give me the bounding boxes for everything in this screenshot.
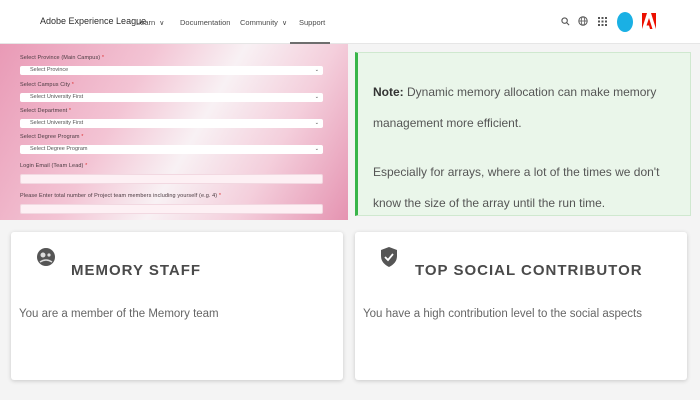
nav-community-label: Community [240, 18, 278, 27]
department-select-value: Select University First [30, 120, 84, 126]
apps-grid-icon[interactable] [595, 14, 609, 28]
badge-card-memory-staff: MEMORY STAFF You are a member of the Mem… [11, 232, 343, 380]
department-label: Select Department * [20, 108, 72, 114]
nav-documentation-label: Documentation [180, 18, 231, 27]
campus-city-select-value: Select University First [30, 94, 84, 100]
team-members-field[interactable] [20, 204, 323, 214]
registration-form: Select Province (Main Campus) * Select P… [0, 44, 348, 220]
badge-description: You have a high contribution level to th… [363, 308, 642, 320]
province-label: Select Province (Main Campus) * [20, 55, 105, 61]
badge-title: MEMORY STAFF [71, 262, 202, 279]
globe-icon[interactable] [576, 14, 590, 28]
badge-title: TOP SOCIAL CONTRIBUTOR [415, 262, 643, 279]
badge-card-top-social-contributor: TOP SOCIAL CONTRIBUTOR You have a high c… [355, 232, 687, 380]
nav-learn-label: Learn [136, 18, 156, 27]
campus-city-label: Select Campus City * [20, 82, 74, 88]
nav-learn[interactable]: Learn ∨ [136, 18, 164, 27]
nav-documentation[interactable]: Documentation [180, 18, 230, 27]
team-members-label: Please Enter total number of Project tea… [20, 193, 222, 199]
province-select-value: Select Province [30, 67, 69, 73]
badge-description: You are a member of the Memory team [19, 308, 219, 320]
degree-program-select[interactable]: Select Degree Program ⌄ [20, 145, 323, 154]
memory-badge-icon [35, 246, 57, 268]
nav-support-label: Support [299, 18, 326, 27]
note-callout: Note: Dynamic memory allocation can make… [355, 52, 691, 216]
top-navigation: Adobe Experience League Learn ∨ Documenta… [0, 0, 700, 44]
chevron-down-icon: ⌄ [314, 67, 319, 73]
note-text-1: Dynamic memory allocation can make memor… [373, 85, 657, 130]
note-paragraph-1: Note: Dynamic memory allocation can make… [373, 77, 683, 139]
user-avatar[interactable] [617, 12, 633, 32]
province-select[interactable]: Select Province ⌄ [20, 66, 323, 75]
search-icon[interactable] [558, 14, 572, 28]
login-email-label: Login Email (Team Lead) * [20, 163, 88, 169]
note-paragraph-2: Especially for arrays, where a lot of th… [373, 165, 660, 210]
note-prefix: Note: [373, 85, 404, 99]
shield-check-icon [379, 246, 401, 268]
chevron-down-icon: ∨ [281, 20, 288, 27]
chevron-down-icon: ⌄ [314, 146, 319, 152]
chevron-down-icon: ⌄ [314, 120, 319, 126]
nav-support-tab[interactable]: Support [290, 0, 330, 44]
department-select[interactable]: Select University First ⌄ [20, 119, 323, 128]
login-email-field[interactable] [20, 174, 323, 184]
chevron-down-icon: ∨ [159, 20, 165, 27]
adobe-logo[interactable] [642, 13, 656, 29]
degree-program-select-value: Select Degree Program [30, 146, 88, 152]
chevron-down-icon: ⌄ [314, 94, 319, 100]
campus-city-select[interactable]: Select University First ⌄ [20, 93, 323, 102]
degree-program-label: Select Degree Program * [20, 134, 84, 140]
nav-community[interactable]: Community ∨ [240, 18, 287, 27]
brand-title[interactable]: Adobe Experience League [40, 16, 146, 26]
